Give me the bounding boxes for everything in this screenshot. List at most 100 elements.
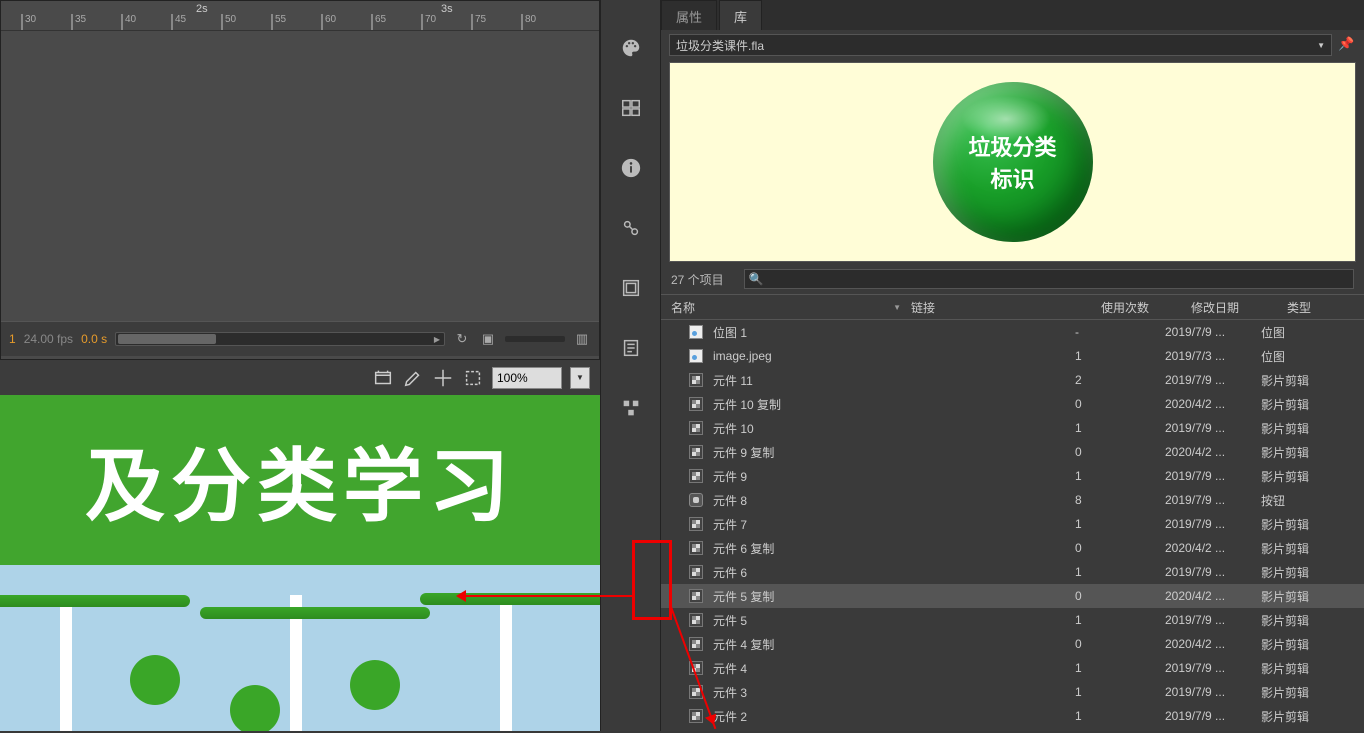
windmill-graphic <box>0 565 600 731</box>
timeline-scrollbar[interactable]: ◀ ▶ <box>115 332 445 346</box>
asset-type: 影片剪辑 <box>1261 540 1354 557</box>
asset-type: 影片剪辑 <box>1261 708 1354 725</box>
asset-type: 影片剪辑 <box>1261 588 1354 605</box>
library-item-row[interactable]: 元件 1122019/7/9 ...影片剪辑 <box>661 368 1364 392</box>
asset-use-count: - <box>1075 325 1165 339</box>
asset-name: 元件 9 <box>713 468 747 485</box>
asset-name: 元件 9 复制 <box>713 444 774 461</box>
asset-type: 位图 <box>1261 324 1354 341</box>
library-item-row[interactable]: 元件 10 复制02020/4/2 ...影片剪辑 <box>661 392 1364 416</box>
timeline-ruler[interactable]: 2s 3s 3035404550556065707580 <box>1 1 599 31</box>
asset-type: 影片剪辑 <box>1261 564 1354 581</box>
col-name-header[interactable]: 名称▼ <box>671 299 911 316</box>
asset-name: 元件 10 <box>713 420 754 437</box>
asset-name: 元件 4 <box>713 660 747 677</box>
stage-toolbar: 100% ▼ <box>0 360 600 395</box>
ruler-frame-num: 45 <box>171 14 186 30</box>
edit-symbol-icon[interactable] <box>402 367 424 389</box>
asset-date: 2019/7/9 ... <box>1165 493 1261 507</box>
info-icon[interactable] <box>613 150 649 186</box>
col-use-header[interactable]: 使用次数 <box>1101 299 1191 316</box>
zoom-fit-icon[interactable]: ▥ <box>573 330 591 348</box>
timeline-zoom-slider[interactable] <box>505 336 565 342</box>
annotation-arrow <box>460 595 632 597</box>
library-item-row[interactable]: 元件 1012019/7/9 ...影片剪辑 <box>661 416 1364 440</box>
swatches-icon[interactable] <box>613 90 649 126</box>
pin-icon[interactable]: 📌 <box>1338 36 1356 54</box>
asset-name: 元件 5 <box>713 612 747 629</box>
asset-name: 元件 10 复制 <box>713 396 781 413</box>
align-icon[interactable] <box>613 390 649 426</box>
asset-date: 2020/4/2 ... <box>1165 445 1261 459</box>
col-link-header[interactable]: 链接 <box>911 299 1101 316</box>
fps-display[interactable]: 24.00 fps <box>24 332 73 346</box>
transform-icon[interactable] <box>613 210 649 246</box>
asset-list: 位图 1-2019/7/9 ...位图image.jpeg12019/7/3 .… <box>661 320 1364 731</box>
zoom-select[interactable]: 100% <box>492 367 562 389</box>
library-item-row[interactable]: 元件 6 复制02020/4/2 ...影片剪辑 <box>661 536 1364 560</box>
library-item-row[interactable]: 元件 312019/7/9 ...影片剪辑 <box>661 680 1364 704</box>
current-frame[interactable]: 1 <box>9 332 16 346</box>
library-item-row[interactable]: 位图 1-2019/7/9 ...位图 <box>661 320 1364 344</box>
library-item-row[interactable]: 元件 912019/7/9 ...影片剪辑 <box>661 464 1364 488</box>
scrollbar-thumb[interactable] <box>118 334 216 344</box>
movieclip-icon <box>687 371 705 389</box>
asset-date: 2019/7/9 ... <box>1165 373 1261 387</box>
library-item-row[interactable]: 元件 9 复制02020/4/2 ...影片剪辑 <box>661 440 1364 464</box>
ruler-sec-label: 2s <box>196 3 208 15</box>
chevron-down-icon: ▼ <box>576 373 584 382</box>
ruler-frame-num: 40 <box>121 14 136 30</box>
elapsed-time[interactable]: 0.0 s <box>81 332 107 346</box>
scene-icon[interactable] <box>372 367 394 389</box>
scroll-right-arrow-icon[interactable]: ▶ <box>430 333 444 345</box>
stage-canvas[interactable]: 及分类学习 <box>0 395 600 731</box>
ruler-frame-num: 35 <box>71 14 86 30</box>
preview-symbol: 垃圾分类 标识 <box>933 82 1093 242</box>
asset-date: 2019/7/9 ... <box>1165 421 1261 435</box>
library-search-input[interactable]: 🔍 <box>744 269 1354 289</box>
panel-tabs: 属性 库 <box>661 0 1364 30</box>
library-item-row[interactable]: 元件 712019/7/9 ...影片剪辑 <box>661 512 1364 536</box>
clip-bounds-icon[interactable] <box>462 367 484 389</box>
asset-date: 2019/7/9 ... <box>1165 325 1261 339</box>
library-item-row[interactable]: 元件 5 复制02020/4/2 ...影片剪辑 <box>661 584 1364 608</box>
asset-use-count: 0 <box>1075 397 1165 411</box>
library-column-header: 名称▼ 链接 使用次数 修改日期 类型 <box>661 294 1364 320</box>
library-item-row[interactable]: 元件 412019/7/9 ...影片剪辑 <box>661 656 1364 680</box>
history-icon[interactable] <box>613 330 649 366</box>
zoom-dropdown-button[interactable]: ▼ <box>570 367 590 389</box>
onion-skin-icon[interactable]: ▣ <box>479 330 497 348</box>
library-item-row[interactable]: 元件 212019/7/9 ...影片剪辑 <box>661 704 1364 728</box>
asset-type: 影片剪辑 <box>1261 612 1354 629</box>
col-type-header[interactable]: 类型 <box>1287 299 1354 316</box>
library-item-row[interactable]: 元件 612019/7/9 ...影片剪辑 <box>661 560 1364 584</box>
library-item-row[interactable]: 元件 4 复制02020/4/2 ...影片剪辑 <box>661 632 1364 656</box>
document-select[interactable]: 垃圾分类课件.fla ▼ <box>669 34 1332 56</box>
library-panel-icon[interactable] <box>613 270 649 306</box>
library-item-row[interactable]: 元件 5 12019/7/9 ...影片剪辑 <box>661 608 1364 632</box>
movieclip-icon <box>687 515 705 533</box>
asset-type: 影片剪辑 <box>1261 444 1354 461</box>
tab-properties[interactable]: 属性 <box>661 0 717 30</box>
timeline-frames-area[interactable] <box>1 31 599 321</box>
asset-use-count: 1 <box>1075 421 1165 435</box>
col-date-header[interactable]: 修改日期 <box>1191 299 1287 316</box>
asset-use-count: 8 <box>1075 493 1165 507</box>
library-item-row[interactable]: image.jpeg12019/7/3 ...位图 <box>661 344 1364 368</box>
crosshair-icon[interactable] <box>432 367 454 389</box>
asset-date: 2019/7/9 ... <box>1165 613 1261 627</box>
asset-use-count: 0 <box>1075 589 1165 603</box>
library-document-row: 垃圾分类课件.fla ▼ 📌 <box>661 30 1364 60</box>
asset-type: 影片剪辑 <box>1261 516 1354 533</box>
asset-name: 元件 8 <box>713 492 747 509</box>
library-item-row[interactable]: 元件 882019/7/9 ...按钮 <box>661 488 1364 512</box>
asset-use-count: 1 <box>1075 613 1165 627</box>
loop-icon[interactable]: ↻ <box>453 330 471 348</box>
movieclip-icon <box>687 539 705 557</box>
stage[interactable]: 及分类学习 <box>0 395 600 731</box>
asset-date: 2019/7/9 ... <box>1165 661 1261 675</box>
tab-library[interactable]: 库 <box>719 0 762 30</box>
ruler-frame-num: 65 <box>371 14 386 30</box>
color-palette-icon[interactable] <box>613 30 649 66</box>
ruler-frame-num: 30 <box>21 14 36 30</box>
